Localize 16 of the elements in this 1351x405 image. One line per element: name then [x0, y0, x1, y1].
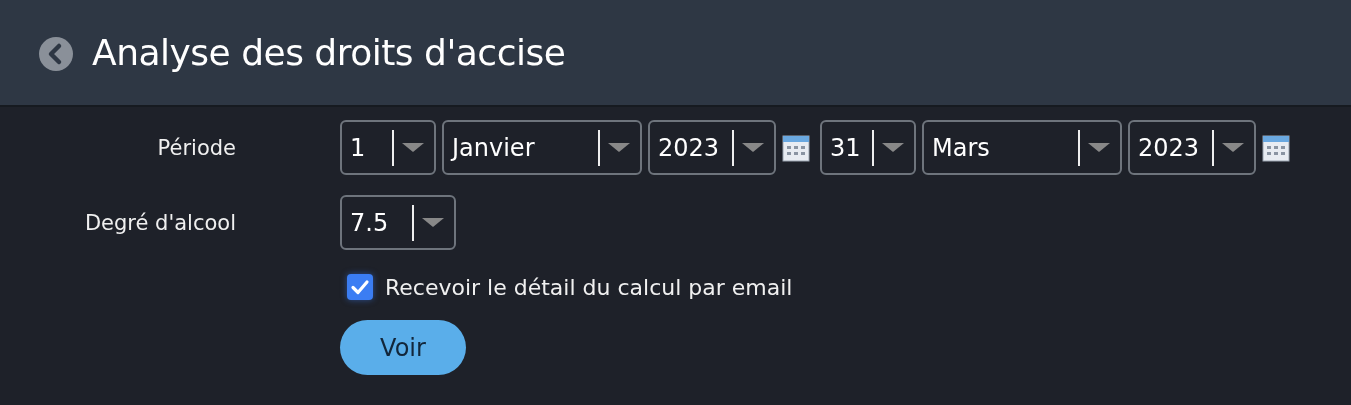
dropdown-select[interactable]: 31: [820, 120, 916, 175]
dropdown-select[interactable]: 2023: [1128, 120, 1256, 175]
view-button[interactable]: Voir: [340, 320, 466, 375]
dropdown-select[interactable]: Mars: [922, 120, 1122, 175]
dropdown-select[interactable]: 1: [340, 120, 436, 175]
dropdown-select[interactable]: 7.5: [340, 195, 456, 250]
back-icon[interactable]: [38, 35, 74, 72]
field-label: Degré d'alcool: [83, 210, 236, 235]
dropdown-select[interactable]: 2023: [648, 120, 776, 175]
checkbox-label: Recevoir le détail du calcul par email: [385, 274, 793, 300]
calendar-icon[interactable]: [1262, 133, 1290, 162]
page-title: Analyse des droits d'accise: [92, 32, 566, 73]
field-label: Période: [156, 135, 236, 160]
calendar-icon[interactable]: [782, 133, 810, 162]
checkbox[interactable]: [347, 274, 373, 300]
dropdown-select[interactable]: Janvier: [442, 120, 642, 175]
